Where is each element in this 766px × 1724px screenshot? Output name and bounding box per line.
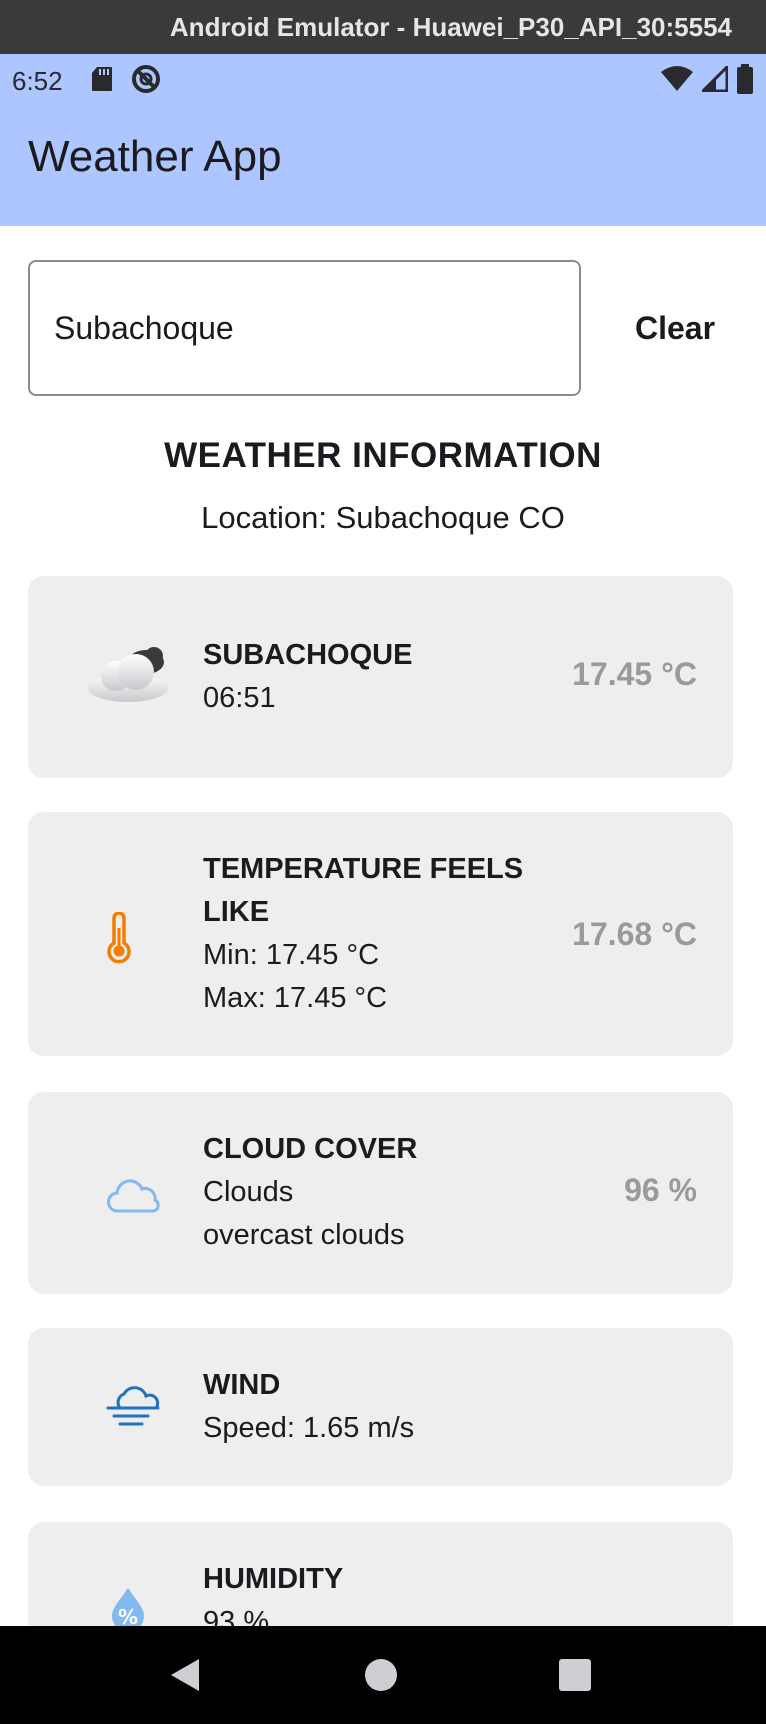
dnd-icon bbox=[131, 64, 161, 99]
home-icon[interactable] bbox=[356, 1650, 406, 1700]
status-time: 6:52 bbox=[12, 65, 63, 96]
summary-text: SUBACHOQUE 06:51 bbox=[203, 634, 412, 720]
signal-icon bbox=[699, 62, 729, 97]
recents-icon[interactable] bbox=[550, 1650, 600, 1700]
navigation-bar bbox=[0, 1626, 766, 1724]
feels-like-card: TEMPERATURE FEELS LIKE Min: 17.45 °C Max… bbox=[28, 812, 733, 1056]
feels-like-title-1: TEMPERATURE FEELS bbox=[203, 853, 524, 885]
wind-icon bbox=[106, 1384, 162, 1428]
cloud-cover-percent: 96 % bbox=[624, 1172, 697, 1208]
wifi-icon bbox=[660, 65, 694, 97]
emulator-title: Android Emulator - Huawei_P30_API_30:555… bbox=[169, 11, 732, 42]
city-search-input[interactable]: Subachoque bbox=[28, 260, 581, 396]
wind-text: WIND Speed: 1.65 m/s bbox=[203, 1364, 414, 1450]
summary-time: 06:51 bbox=[203, 682, 276, 714]
weather-summary-card: SUBACHOQUE 06:51 17.45 °C bbox=[28, 576, 733, 778]
feels-like-title-2: LIKE bbox=[203, 896, 270, 928]
app-title: Weather App bbox=[28, 132, 282, 181]
feels-like-max: Max: 17.45 °C bbox=[203, 982, 388, 1014]
section-title: WEATHER INFORMATION bbox=[164, 436, 602, 475]
feels-like-temperature: 17.68 °C bbox=[572, 916, 697, 952]
app-bar: 6:52 Weather App bbox=[0, 54, 766, 226]
cloud-cover-main: Clouds bbox=[203, 1176, 294, 1208]
thermometer-icon bbox=[106, 912, 132, 964]
emulator-title-bar: Android Emulator - Huawei_P30_API_30:555… bbox=[0, 0, 766, 54]
cloud-cover-title: CLOUD COVER bbox=[203, 1133, 418, 1165]
wind-speed: Speed: 1.65 m/s bbox=[203, 1412, 415, 1444]
location-label: Location: Subachoque CO bbox=[201, 500, 565, 535]
status-bar: 6:52 bbox=[0, 54, 766, 108]
cloud-cover-text: CLOUD COVER Clouds overcast clouds bbox=[203, 1128, 417, 1257]
cloud-icon bbox=[106, 1178, 160, 1214]
search-value: Subachoque bbox=[54, 309, 234, 346]
cloud-sun-icon bbox=[84, 640, 176, 706]
cloud-cover-desc: overcast clouds bbox=[203, 1219, 405, 1251]
feels-like-min: Min: 17.45 °C bbox=[203, 939, 380, 971]
battery-icon bbox=[736, 63, 754, 99]
clear-button[interactable]: Clear bbox=[612, 290, 738, 366]
sd-card-icon bbox=[91, 66, 113, 97]
cloud-cover-card: CLOUD COVER Clouds overcast clouds 96 % bbox=[28, 1092, 733, 1294]
humidity-title: HUMIDITY bbox=[203, 1563, 344, 1595]
wind-card: WIND Speed: 1.65 m/s bbox=[28, 1328, 733, 1486]
feels-like-text: TEMPERATURE FEELS LIKE Min: 17.45 °C Max… bbox=[203, 848, 523, 1020]
summary-city: SUBACHOQUE bbox=[203, 639, 413, 671]
back-icon[interactable] bbox=[160, 1650, 210, 1700]
wind-title: WIND bbox=[203, 1369, 281, 1401]
summary-temperature: 17.45 °C bbox=[572, 656, 697, 692]
